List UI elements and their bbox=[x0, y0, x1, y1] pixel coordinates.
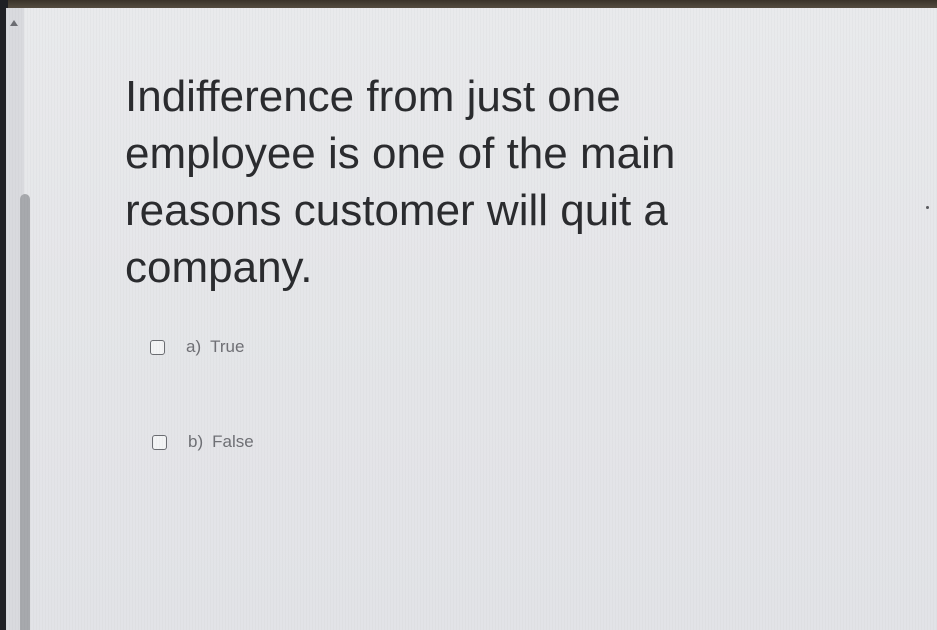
option-letter: b) bbox=[188, 432, 204, 451]
checkbox-icon[interactable] bbox=[150, 339, 165, 355]
option-true[interactable]: a) True bbox=[150, 337, 244, 357]
question-text: Indifference from just one employee is o… bbox=[125, 72, 676, 292]
option-label: False bbox=[212, 432, 254, 451]
screen-speck bbox=[926, 206, 929, 209]
option-false[interactable]: b) False bbox=[152, 432, 254, 452]
scrollbar-thumb[interactable] bbox=[20, 194, 30, 630]
option-label: True bbox=[210, 337, 245, 356]
scroll-up-arrow-icon[interactable] bbox=[10, 20, 18, 26]
option-letter: a) bbox=[186, 337, 202, 356]
quiz-screen: Indifference from just one employee is o… bbox=[6, 8, 937, 630]
checkbox-icon[interactable] bbox=[152, 434, 167, 450]
